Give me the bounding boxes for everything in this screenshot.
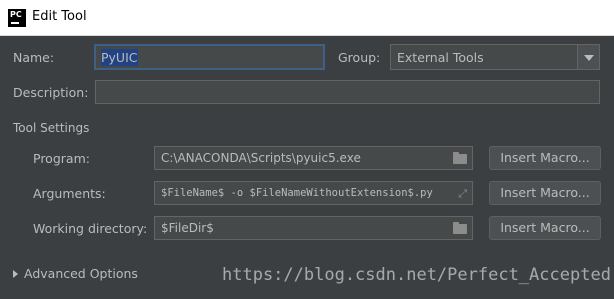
expand-icon[interactable]: ⤢ — [458, 187, 467, 201]
title-bar[interactable]: PC Edit Tool — [0, 0, 614, 36]
description-label: Description: — [13, 85, 89, 100]
description-input[interactable] — [95, 80, 600, 104]
working-directory-input-value: $FileDir$ — [161, 221, 214, 235]
working-directory-insert-macro-button[interactable]: Insert Macro... — [489, 216, 601, 240]
program-input-value: C:\ANACONDA\Scripts\pyuic5.exe — [161, 151, 361, 165]
working-directory-input[interactable]: $FileDir$ — [154, 216, 473, 240]
working-directory-label: Working directory: — [33, 221, 148, 236]
group-combobox[interactable]: External Tools — [390, 44, 600, 70]
watermark: https://blog.csdn.net/Perfect_Accepted — [222, 265, 611, 285]
tool-settings-section-title: Tool Settings — [13, 121, 90, 135]
program-label: Program: — [33, 151, 90, 166]
arguments-label: Arguments: — [33, 186, 106, 201]
folder-icon[interactable] — [453, 222, 467, 234]
window-title: Edit Tool — [32, 9, 87, 24]
program-input[interactable]: C:\ANACONDA\Scripts\pyuic5.exe — [154, 146, 473, 170]
name-input-value: PyUIC — [101, 49, 138, 66]
chevron-down-icon — [584, 55, 594, 61]
advanced-options-label: Advanced Options — [24, 266, 138, 281]
arguments-input[interactable]: $FileName$ -o $FileNameWithoutExtension$… — [154, 181, 473, 205]
triangle-right-icon — [13, 270, 18, 278]
arguments-insert-macro-button[interactable]: Insert Macro... — [489, 181, 601, 205]
folder-icon[interactable] — [453, 152, 467, 164]
group-combobox-value: External Tools — [397, 50, 484, 65]
arguments-input-value: $FileName$ -o $FileNameWithoutExtension$… — [161, 187, 433, 199]
name-input[interactable]: PyUIC — [94, 44, 325, 70]
pycharm-app-icon: PC — [8, 9, 26, 27]
name-label: Name: — [13, 50, 55, 65]
program-insert-macro-button[interactable]: Insert Macro... — [489, 146, 601, 170]
group-label: Group: — [338, 50, 381, 65]
group-dropdown-button[interactable] — [577, 45, 599, 69]
